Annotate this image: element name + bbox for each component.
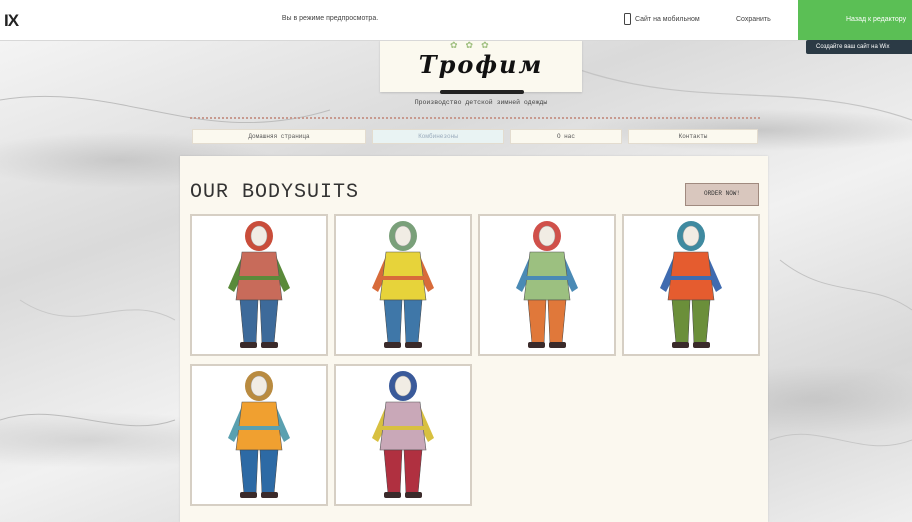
left-boot-shape — [240, 492, 257, 498]
right-leg-shape — [403, 299, 423, 345]
dotted-divider — [190, 117, 760, 119]
left-boot-shape — [240, 342, 257, 348]
face-shape — [394, 375, 412, 397]
section-title: OUR BODYSUITS — [190, 181, 360, 204]
left-boot-shape — [672, 342, 689, 348]
product-tile[interactable] — [334, 214, 472, 356]
site-navigation: Домашняя страница Комбинезоны О нас Конт… — [192, 129, 758, 144]
left-leg-shape — [239, 299, 259, 345]
face-shape — [250, 225, 268, 247]
face-shape — [538, 225, 556, 247]
face-shape — [682, 225, 700, 247]
trim-shape — [238, 426, 280, 430]
left-boot-shape — [384, 342, 401, 348]
back-to-editor-button[interactable]: Назад к редактору — [798, 0, 912, 40]
right-leg-shape — [691, 299, 711, 345]
trim-shape — [382, 426, 424, 430]
phone-icon — [624, 13, 631, 25]
left-leg-shape — [239, 449, 259, 495]
product-tile[interactable] — [478, 214, 616, 356]
trim-shape — [670, 276, 712, 280]
snowsuit-illustration — [228, 221, 290, 348]
left-boot-shape — [528, 342, 545, 348]
right-leg-shape — [403, 449, 423, 495]
mobile-view-toggle[interactable]: Сайт на мобильном — [624, 11, 700, 27]
bodysuits-section: OUR BODYSUITS ORDER NOW! — [180, 156, 768, 522]
trim-shape — [526, 276, 568, 280]
left-leg-shape — [527, 299, 547, 345]
site-logo[interactable]: ✿✿✿ Трофим — [380, 40, 582, 92]
right-boot-shape — [549, 342, 566, 348]
create-site-tooltip[interactable]: Создайте ваш сайт на Wix — [806, 40, 912, 54]
mobile-view-label: Сайт на мобильном — [635, 15, 700, 23]
right-leg-shape — [259, 449, 279, 495]
nav-item-bodysuits[interactable]: Комбинезоны — [372, 129, 504, 144]
left-leg-shape — [383, 449, 403, 495]
trim-shape — [238, 276, 280, 280]
left-leg-shape — [383, 299, 403, 345]
right-boot-shape — [405, 342, 422, 348]
trim-shape — [382, 276, 424, 280]
product-tile[interactable] — [334, 364, 472, 506]
left-leg-shape — [671, 299, 691, 345]
site-logo-text: Трофим — [418, 50, 544, 79]
face-shape — [250, 375, 268, 397]
snowsuit-illustration — [660, 221, 722, 348]
logo-underline-decoration — [440, 90, 524, 94]
face-shape — [394, 225, 412, 247]
nav-item-contacts[interactable]: Контакты — [628, 129, 758, 144]
right-boot-shape — [693, 342, 710, 348]
right-leg-shape — [547, 299, 567, 345]
preview-mode-message: Вы в режиме предпросмотра. — [281, 15, 379, 22]
order-now-button[interactable]: ORDER NOW! — [685, 183, 759, 206]
wix-logo[interactable]: IX — [4, 11, 19, 31]
nav-item-home[interactable]: Домашняя страница — [192, 129, 366, 144]
snowsuit-illustration — [372, 221, 434, 348]
product-tile[interactable] — [190, 214, 328, 356]
save-button[interactable]: Сохранить — [736, 16, 771, 23]
right-leg-shape — [259, 299, 279, 345]
right-boot-shape — [261, 492, 278, 498]
nav-item-about[interactable]: О нас — [510, 129, 622, 144]
snowsuit-illustration — [372, 371, 434, 498]
right-boot-shape — [261, 342, 278, 348]
left-boot-shape — [384, 492, 401, 498]
editor-preview-bar: IX Вы в режиме предпросмотра. Сайт на мо… — [0, 0, 912, 41]
site-tagline: Производство детской зимней одежды — [414, 99, 548, 106]
product-tile[interactable] — [622, 214, 760, 356]
snowsuit-illustration — [516, 221, 578, 348]
right-boot-shape — [405, 492, 422, 498]
snowsuit-illustration — [228, 371, 290, 498]
product-tile[interactable] — [190, 364, 328, 506]
